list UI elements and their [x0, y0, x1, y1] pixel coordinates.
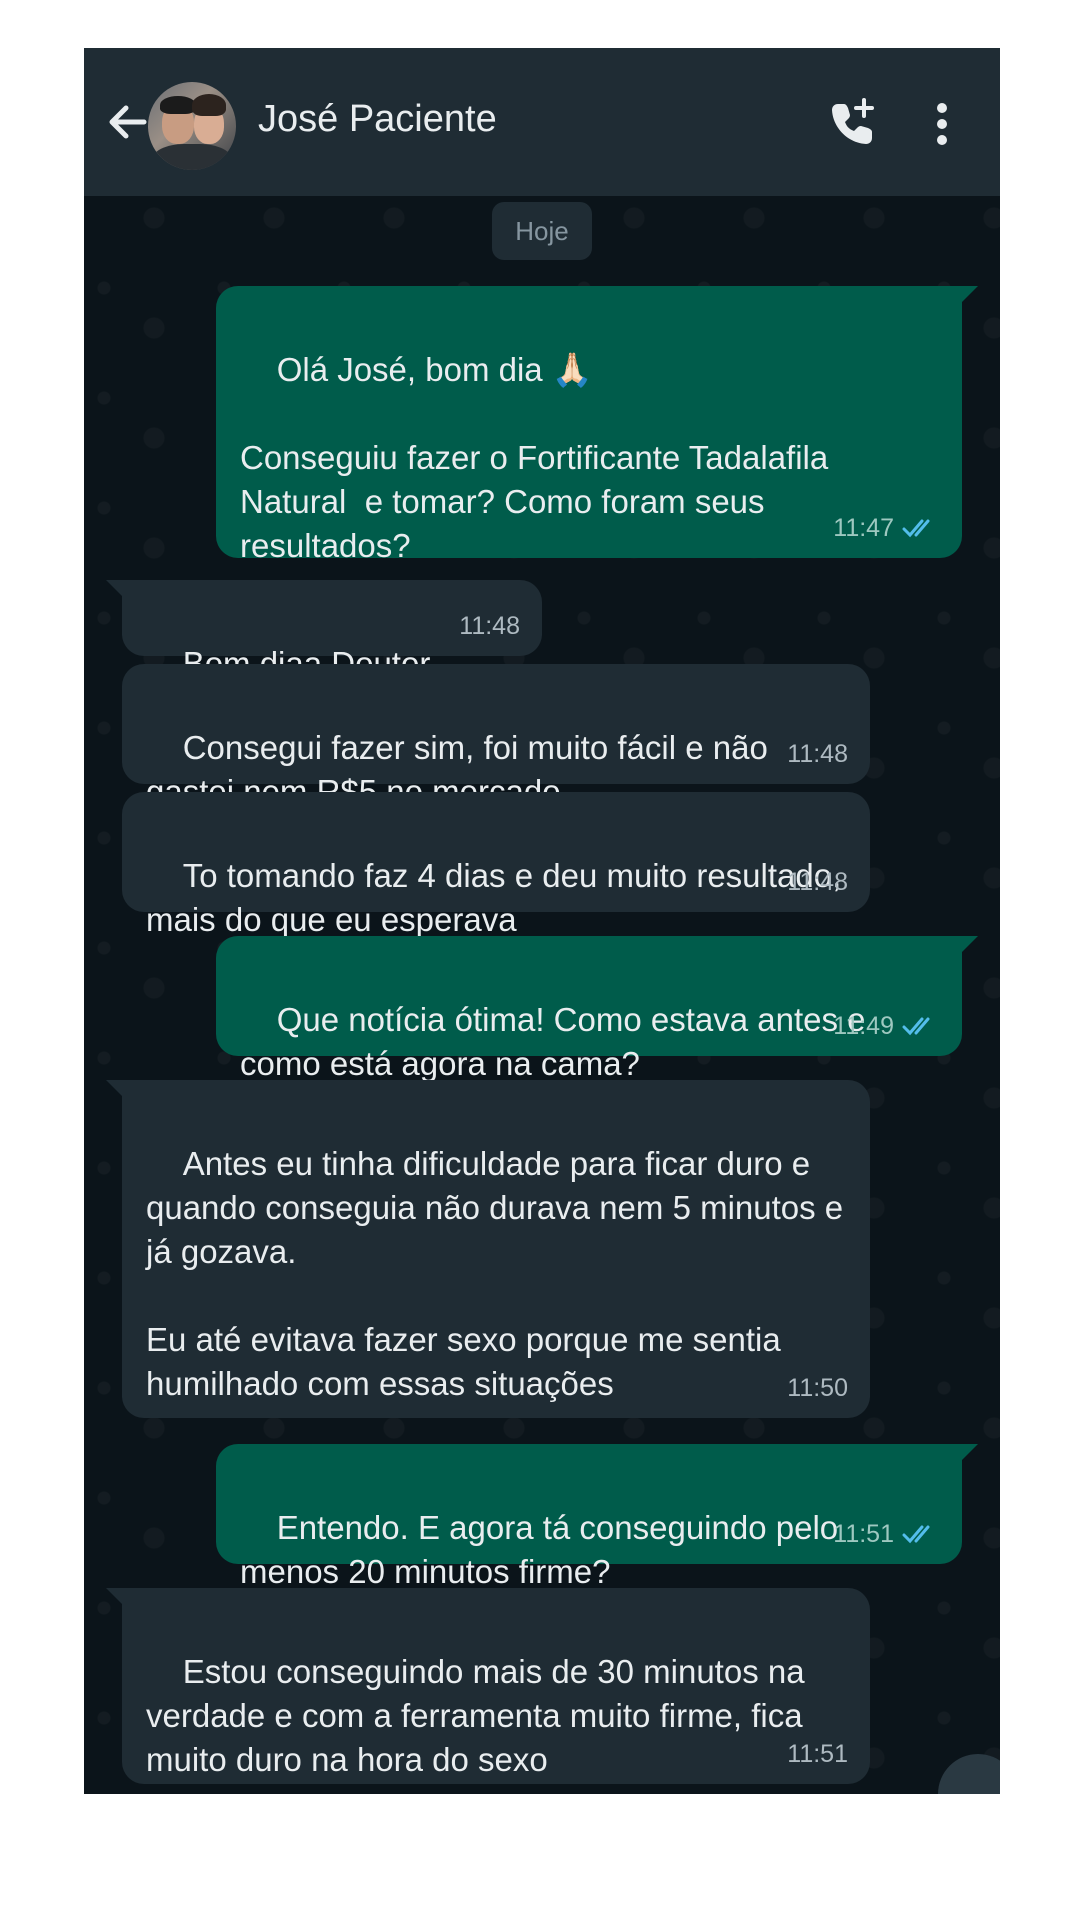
chat-header: José Paciente: [84, 48, 1000, 196]
add-call-icon[interactable]: [824, 96, 880, 152]
message-bubble-outgoing[interactable]: Que notícia ótima! Como estava antes e c…: [216, 936, 978, 1082]
message-text: To tomando faz 4 dias e deu muito result…: [146, 857, 851, 938]
read-ticks-icon: [902, 1525, 930, 1544]
message-text: Olá José, bom dia 🙏🏻 Conseguiu fazer o F…: [240, 351, 829, 564]
chat-screen: José Paciente Hoje Olá José, bom dia 🙏🏻 …: [84, 48, 1000, 1794]
message-time: 11:48: [459, 612, 520, 640]
message-time: 11:49: [833, 1012, 894, 1040]
message-meta: 11:48: [787, 860, 848, 904]
message-time: 11:51: [833, 1520, 894, 1548]
read-ticks-icon: [902, 519, 930, 538]
message-bubble-outgoing[interactable]: Olá José, bom dia 🙏🏻 Conseguiu fazer o F…: [216, 286, 978, 564]
message-meta: 11:47: [833, 506, 940, 550]
message-text: Entendo. E agora tá conseguindo pelo men…: [240, 1509, 848, 1590]
message-meta: 11:48: [787, 732, 848, 776]
message-time: 11:48: [787, 868, 848, 896]
message-time: 11:47: [833, 514, 894, 542]
message-bubble-incoming[interactable]: To tomando faz 4 dias e deu muito result…: [122, 792, 870, 938]
message-time: 11:48: [787, 740, 848, 768]
message-text: Estou conseguindo mais de 30 minutos na …: [146, 1653, 814, 1778]
more-vert-icon[interactable]: [932, 96, 952, 152]
message-meta: 11:49: [833, 1004, 940, 1048]
message-text: Antes eu tinha dificuldade para ficar du…: [146, 1145, 844, 1402]
message-bubble-incoming[interactable]: Consegui fazer sim, foi muito fácil e nã…: [122, 664, 870, 810]
scroll-down-button[interactable]: [938, 1754, 1000, 1794]
message-bubble-incoming[interactable]: Antes eu tinha dificuldade para ficar du…: [106, 1080, 870, 1418]
message-meta: 11:50: [787, 1366, 848, 1410]
date-chip: Hoje: [492, 202, 592, 260]
message-meta: 11:51: [787, 1732, 848, 1776]
contact-name[interactable]: José Paciente: [258, 98, 497, 141]
message-bubble-outgoing[interactable]: Entendo. E agora tá conseguindo pelo men…: [216, 1444, 978, 1590]
contact-avatar[interactable]: [148, 82, 236, 170]
read-ticks-icon: [902, 1017, 930, 1036]
message-bubble-incoming[interactable]: Estou conseguindo mais de 30 minutos na …: [106, 1588, 870, 1784]
message-meta: 11:48: [459, 604, 520, 648]
message-time: 11:51: [787, 1740, 848, 1768]
message-time: 11:50: [787, 1374, 848, 1402]
message-bubble-incoming[interactable]: Bom diaa Doutor 11:48: [106, 580, 542, 682]
message-meta: 11:51: [833, 1512, 940, 1556]
message-text: Que notícia ótima! Como estava antes e c…: [240, 1001, 875, 1082]
